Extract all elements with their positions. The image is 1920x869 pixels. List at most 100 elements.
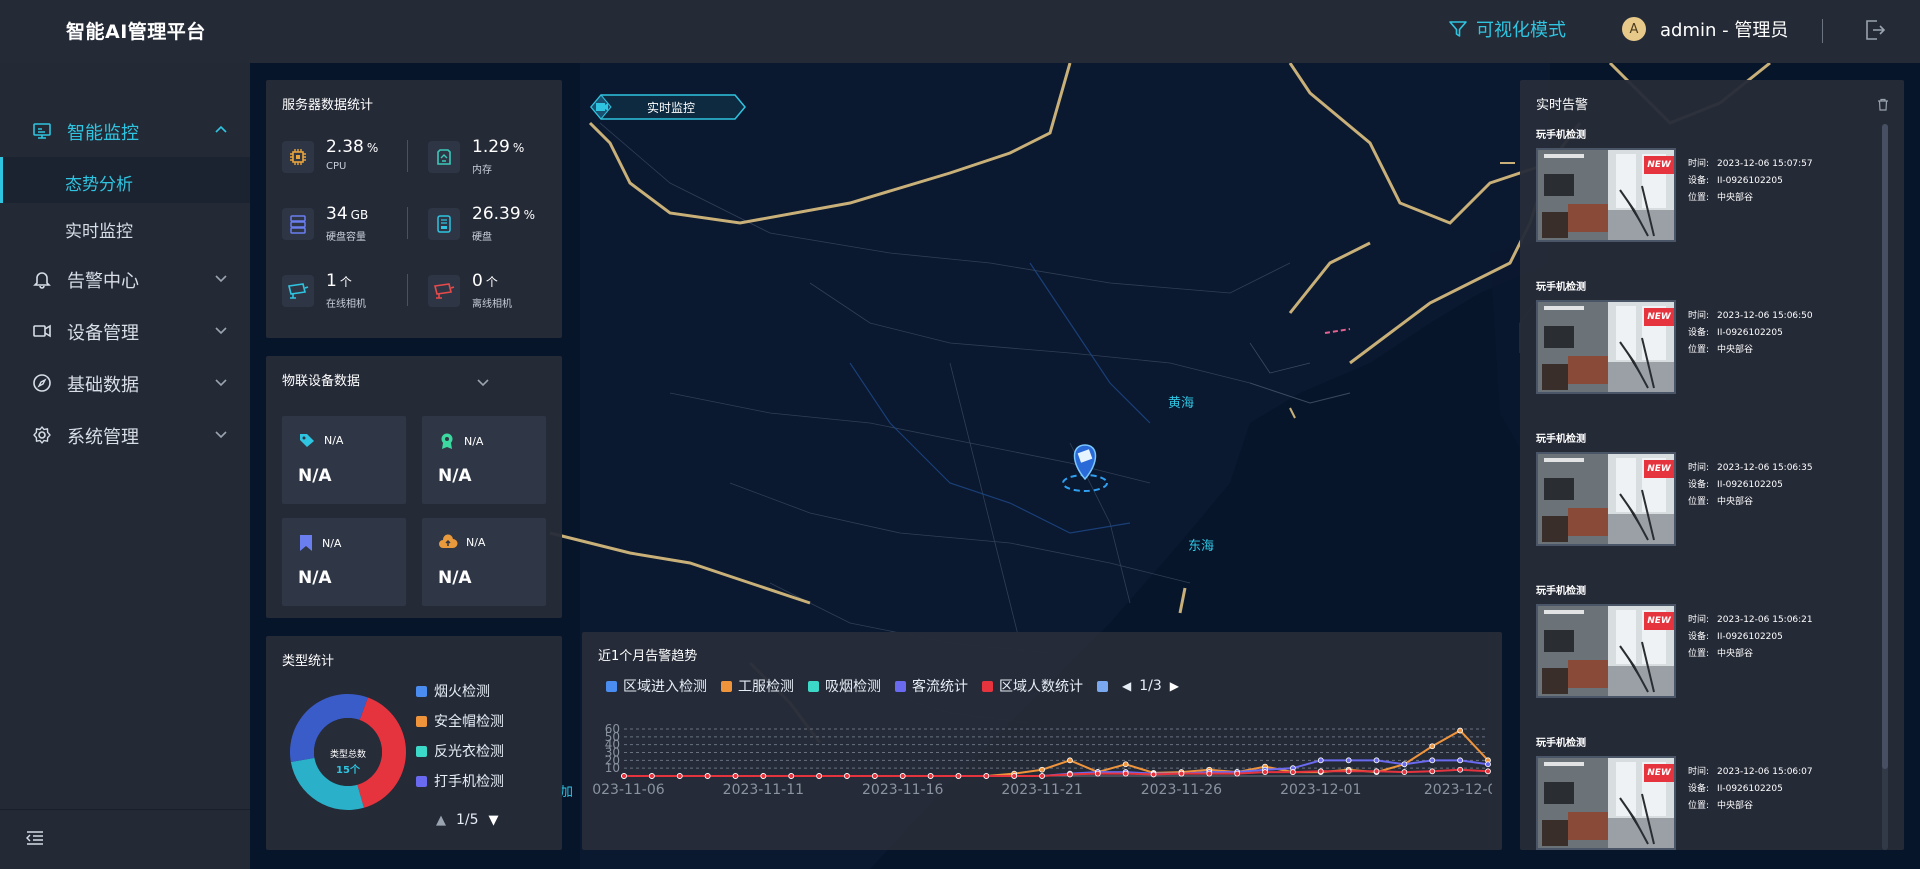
data-point[interactable] xyxy=(1373,757,1380,764)
data-point[interactable] xyxy=(1039,766,1045,773)
type-legend-item[interactable]: 安全帽检测 xyxy=(416,711,504,731)
trend-legend-item[interactable]: 区域进入检测 xyxy=(606,676,707,696)
alert-item[interactable]: 玩手机检测 NEW 时间: 2023-12-06 15:06:21 设备: II-0926… xyxy=(1536,582,1866,722)
data-point[interactable] xyxy=(816,773,822,779)
data-point[interactable] xyxy=(1206,770,1213,777)
data-point[interactable] xyxy=(621,773,627,779)
sidebar-item-device-management[interactable]: 设备管理 xyxy=(0,311,250,351)
data-point[interactable] xyxy=(871,773,878,779)
data-point[interactable] xyxy=(1429,768,1436,775)
data-point[interactable] xyxy=(1345,768,1352,775)
data-point[interactable] xyxy=(1345,757,1352,764)
data-point[interactable] xyxy=(648,773,655,779)
data-point[interactable] xyxy=(1317,757,1324,764)
data-point[interactable] xyxy=(1262,769,1268,775)
data-point[interactable] xyxy=(676,773,683,779)
pager-prev-icon[interactable]: ▲ xyxy=(436,813,446,828)
alert-item[interactable]: 玩手机检测 NEW 时间: 2023-12-06 15:07:57 设备: II-0926… xyxy=(1536,126,1866,266)
cloud-upload-icon xyxy=(439,534,458,548)
data-point[interactable] xyxy=(955,773,962,779)
data-point[interactable] xyxy=(1039,773,1045,779)
alert-snapshot[interactable]: NEW xyxy=(1536,604,1676,698)
alert-item[interactable]: 玩手机检测 NEW 时间: 2023-12-06 15:06:35 设备: II-0926… xyxy=(1536,430,1866,570)
data-point[interactable] xyxy=(1178,770,1185,777)
data-point[interactable] xyxy=(704,773,711,779)
iot-card[interactable]: N/A N/A xyxy=(282,416,406,504)
data-point[interactable] xyxy=(732,773,739,779)
legend-swatch xyxy=(606,680,617,692)
alert-snapshot[interactable]: NEW xyxy=(1536,148,1676,242)
series-line xyxy=(624,729,1489,777)
sidebar-subitem-situation-analysis[interactable]: 态势分析 xyxy=(0,157,250,203)
scrollbar-track[interactable] xyxy=(1882,124,1888,850)
data-point[interactable] xyxy=(1317,768,1324,775)
data-point[interactable] xyxy=(1067,757,1073,764)
collapse-sidebar-button[interactable] xyxy=(25,830,44,850)
legend-label: 客流统计 xyxy=(912,679,968,695)
legend-prev-icon[interactable]: ◀ xyxy=(1122,679,1131,693)
data-point[interactable] xyxy=(927,773,934,779)
type-legend-item[interactable]: 打手机检测 xyxy=(416,771,504,791)
data-point[interactable] xyxy=(1234,770,1241,777)
type-stats-panel: 类型统计 类型总数 15个 烟火检测 安全帽检测 反光衣检测 打手机检测 ▲ 1… xyxy=(266,636,562,850)
disk-capacity-value: 34 xyxy=(326,204,348,224)
iot-card[interactable]: N/A N/A xyxy=(282,518,406,606)
trend-legend-item[interactable]: 吸烟检测 xyxy=(808,676,881,696)
chevron-down-icon[interactable] xyxy=(476,378,490,388)
data-point[interactable] xyxy=(1122,761,1129,768)
live-monitor-tag[interactable]: 实时监控 xyxy=(587,91,747,123)
alert-snapshot[interactable]: NEW xyxy=(1536,300,1676,394)
data-point[interactable] xyxy=(1401,769,1408,775)
data-point[interactable] xyxy=(1011,773,1018,779)
data-point[interactable] xyxy=(1094,770,1101,777)
user-menu[interactable]: A admin - 管理员 xyxy=(1622,16,1788,42)
iot-card[interactable]: N/A N/A xyxy=(422,416,546,504)
data-point[interactable] xyxy=(1373,768,1380,775)
data-point[interactable] xyxy=(844,773,850,779)
sidebar-subitem-live-monitoring[interactable]: 实时监控 xyxy=(0,204,250,250)
trend-legend-item[interactable]: 客流统计 xyxy=(895,676,968,696)
data-point[interactable] xyxy=(899,773,906,779)
data-point[interactable] xyxy=(1150,771,1157,778)
data-point[interactable] xyxy=(1290,769,1296,775)
type-legend-item[interactable]: 反光衣检测 xyxy=(416,741,504,761)
data-point[interactable] xyxy=(1067,771,1073,778)
trend-legend-item[interactable] xyxy=(1097,680,1114,692)
sidebar-item-system-management[interactable]: 系统管理 xyxy=(0,415,250,455)
data-point[interactable] xyxy=(760,773,767,779)
type-legend-item[interactable]: 烟火检测 xyxy=(416,681,490,701)
sidebar-item-smart-monitoring[interactable]: 智能监控 xyxy=(0,111,250,151)
sidebar-item-alert-center[interactable]: 告警中心 xyxy=(0,259,250,299)
iot-panel: 物联设备数据 N/A N/A N/A N/A N/A N/A N/A N/A xyxy=(266,356,562,618)
camera-online-icon xyxy=(282,275,314,307)
camera-device-icon xyxy=(33,324,51,338)
trend-legend-item[interactable]: 工服检测 xyxy=(721,676,794,696)
data-point[interactable] xyxy=(1485,761,1491,768)
data-point[interactable] xyxy=(983,773,990,779)
stat-offline-camera: 0个 离线相机 xyxy=(428,271,568,315)
pager-next-icon[interactable]: ▼ xyxy=(489,813,499,828)
logout-button[interactable] xyxy=(1864,18,1886,46)
alert-item[interactable]: 玩手机检测 NEW 时间: 2023-12-06 15:06:50 设备: II-0926… xyxy=(1536,278,1866,418)
scrollbar-thumb[interactable] xyxy=(1882,124,1888,769)
data-point[interactable] xyxy=(1401,761,1408,768)
data-point[interactable] xyxy=(1122,770,1129,777)
visual-mode-button[interactable]: 可视化模式 xyxy=(1448,16,1566,42)
data-point[interactable] xyxy=(1457,727,1464,734)
data-point[interactable] xyxy=(1429,757,1436,764)
alert-snapshot[interactable]: NEW xyxy=(1536,756,1676,850)
trash-icon[interactable] xyxy=(1877,98,1889,111)
trend-legend-item[interactable]: 区域人数统计 xyxy=(982,676,1083,696)
alert-item[interactable]: 玩手机检测 NEW 时间: 2023-12-06 15:06:07 设备: II-0926… xyxy=(1536,734,1866,850)
legend-label: 安全帽检测 xyxy=(434,714,504,730)
alert-snapshot[interactable]: NEW xyxy=(1536,452,1676,546)
legend-next-icon[interactable]: ▶ xyxy=(1170,679,1179,693)
data-point[interactable] xyxy=(1429,743,1436,750)
iot-card[interactable]: N/A N/A xyxy=(422,518,546,606)
sidebar-item-basic-data[interactable]: 基础数据 xyxy=(0,363,250,403)
data-point[interactable] xyxy=(788,773,795,779)
alert-title: 玩手机检测 xyxy=(1536,282,1586,293)
data-point[interactable] xyxy=(1457,757,1464,764)
data-point[interactable] xyxy=(1457,766,1464,773)
data-point[interactable] xyxy=(1485,768,1491,775)
